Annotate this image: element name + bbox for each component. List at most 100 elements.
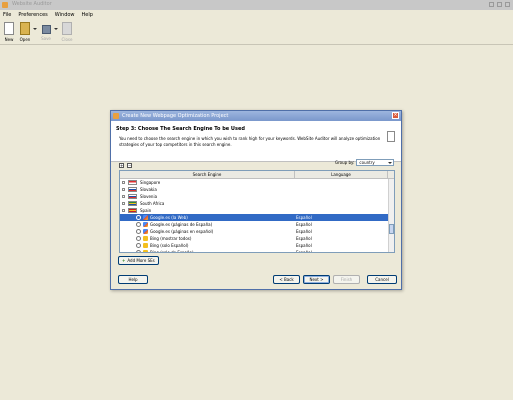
minimize-icon[interactable]: [489, 2, 494, 7]
dialog-titlebar: Create New Webpage Optimization Project …: [111, 111, 401, 121]
google-icon: [143, 229, 148, 234]
search-engine-row[interactable]: Bing (mostrar todos) Español: [120, 235, 394, 242]
column-language[interactable]: Language: [295, 171, 388, 178]
group-by-label: Group by:: [335, 160, 355, 165]
save-disk-icon: [41, 25, 51, 34]
expand-toggle-icon[interactable]: [122, 195, 125, 198]
flag-icon: [128, 194, 137, 199]
menu-help[interactable]: Help: [82, 12, 93, 18]
flag-icon: [128, 187, 137, 192]
group-by-select[interactable]: country: [356, 159, 395, 166]
country-row[interactable]: Spain: [120, 207, 394, 214]
cancel-button[interactable]: Cancel: [367, 275, 397, 284]
group-by-control: Group by: country: [335, 159, 395, 166]
close-project-button[interactable]: Close: [58, 22, 76, 42]
save-label: Save: [41, 36, 51, 41]
window-controls: [489, 2, 510, 7]
next-button[interactable]: Next >: [303, 275, 330, 284]
search-engine-row[interactable]: Google.es (páginas en español) Español: [120, 228, 394, 235]
add-more-ses-button[interactable]: + Add More SEs: [118, 256, 159, 265]
dialog-close-icon[interactable]: ×: [392, 112, 399, 119]
collapse-all-icon[interactable]: −: [127, 163, 132, 168]
table-header: Search Engine Language: [120, 171, 394, 179]
engine-language: Español: [296, 250, 312, 253]
tree-tools: + −: [119, 163, 132, 168]
flag-icon: [128, 201, 137, 206]
search-engine-row[interactable]: Google.es (páginas de España) Español: [120, 221, 394, 228]
vertical-scrollbar[interactable]: [388, 179, 394, 252]
column-search-engine[interactable]: Search Engine: [120, 171, 295, 178]
google-icon: [143, 222, 148, 227]
engine-name: Google.es (la Web): [150, 215, 188, 220]
step-title: Step 3: Choose The Search Engine To be U…: [116, 126, 245, 132]
flag-icon: [128, 208, 137, 213]
country-row[interactable]: South Africa: [120, 200, 394, 207]
app-logo-icon: [2, 2, 8, 8]
chevron-down-icon: [388, 162, 393, 164]
dialog-header: Step 3: Choose The Search Engine To be U…: [111, 121, 401, 162]
table-body: Singapore Slovakia Slovenia South Africa Spa…: [120, 179, 394, 253]
open-label: Open: [19, 37, 31, 42]
add-more-label: Add More SEs: [127, 258, 155, 263]
scrollbar-thumb[interactable]: [389, 224, 394, 234]
engine-name: Bing (solo de España): [150, 250, 194, 253]
country-row[interactable]: Slovenia: [120, 193, 394, 200]
engine-select-checkbox[interactable]: [136, 229, 141, 234]
step-description: You need to choose the search engine in …: [119, 136, 381, 147]
engine-language: Español: [296, 229, 312, 234]
create-project-dialog: Create New Webpage Optimization Project …: [110, 110, 402, 290]
engine-language: Español: [296, 215, 312, 220]
country-name: Spain: [140, 208, 152, 213]
expand-toggle-icon[interactable]: [122, 209, 125, 212]
close-label: Close: [61, 37, 73, 42]
bing-icon: [143, 243, 148, 248]
back-button[interactable]: < Back: [273, 275, 300, 284]
menu-preferences[interactable]: Preferences: [18, 12, 47, 18]
maximize-icon[interactable]: [497, 2, 502, 7]
expand-toggle-icon[interactable]: [122, 188, 125, 191]
country-name: Singapore: [140, 180, 161, 185]
flag-icon: [128, 180, 137, 185]
close-project-icon: [62, 22, 72, 35]
menu-file[interactable]: File: [3, 12, 11, 18]
new-document-icon: [4, 22, 14, 35]
dialog-app-icon: [113, 113, 119, 119]
search-engine-table: Search Engine Language Singapore Slovakia…: [119, 170, 395, 253]
engine-language: Español: [296, 222, 312, 227]
help-button[interactable]: Help: [118, 275, 148, 284]
search-engine-row[interactable]: Bing (solo de España) Español: [120, 249, 394, 253]
engine-select-checkbox[interactable]: [136, 250, 141, 252]
engine-select-checkbox[interactable]: [136, 222, 141, 227]
open-folder-icon: [20, 22, 30, 35]
engine-select-checkbox[interactable]: [136, 215, 141, 220]
app-title: Website Auditor: [12, 1, 52, 7]
search-engine-row[interactable]: Google.es (la Web) Español: [120, 214, 394, 221]
country-name: South Africa: [140, 201, 165, 206]
open-button[interactable]: Open: [16, 22, 34, 42]
close-window-icon[interactable]: [505, 2, 510, 7]
country-name: Slovenia: [140, 194, 158, 199]
country-row[interactable]: Singapore: [120, 179, 394, 186]
engine-language: Español: [296, 236, 312, 241]
engine-select-checkbox[interactable]: [136, 243, 141, 248]
expand-all-icon[interactable]: +: [119, 163, 124, 168]
engine-name: Google.es (páginas en español): [150, 229, 214, 234]
add-icon: +: [122, 258, 126, 263]
country-row[interactable]: Slovakia: [120, 186, 394, 193]
expand-toggle-icon[interactable]: [122, 202, 125, 205]
engine-language: Español: [296, 243, 312, 248]
country-name: Slovakia: [140, 187, 157, 192]
engine-name: Bing (mostrar todos): [150, 236, 192, 241]
save-button[interactable]: Save: [37, 22, 55, 41]
menu-window[interactable]: Window: [55, 12, 75, 18]
menu-bar: File Preferences Window Help: [0, 10, 513, 20]
group-by-value: country: [359, 160, 375, 165]
search-engine-row[interactable]: Bing (solo Español) Español: [120, 242, 394, 249]
app-titlebar: Website Auditor: [0, 0, 513, 10]
dialog-title: Create New Webpage Optimization Project: [122, 113, 229, 119]
finish-button[interactable]: Finish: [333, 275, 360, 284]
engine-select-checkbox[interactable]: [136, 236, 141, 241]
main-toolbar: New Open Save Close: [0, 20, 513, 45]
engine-name: Google.es (páginas de España): [150, 222, 213, 227]
expand-toggle-icon[interactable]: [122, 181, 125, 184]
